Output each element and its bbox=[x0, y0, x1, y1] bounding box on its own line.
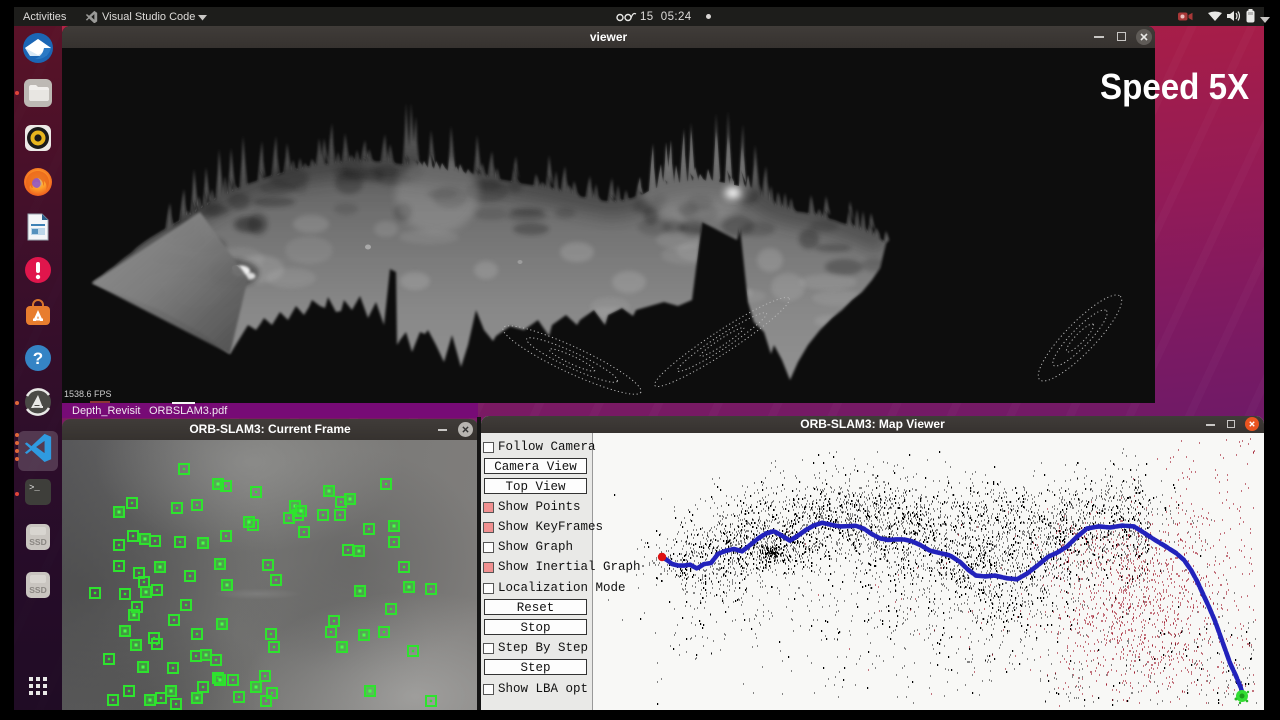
svg-text:>_: >_ bbox=[29, 483, 40, 493]
svg-text:SSD: SSD bbox=[29, 537, 46, 547]
svg-text:SSD: SSD bbox=[29, 585, 46, 595]
svg-text:?: ? bbox=[33, 349, 43, 368]
